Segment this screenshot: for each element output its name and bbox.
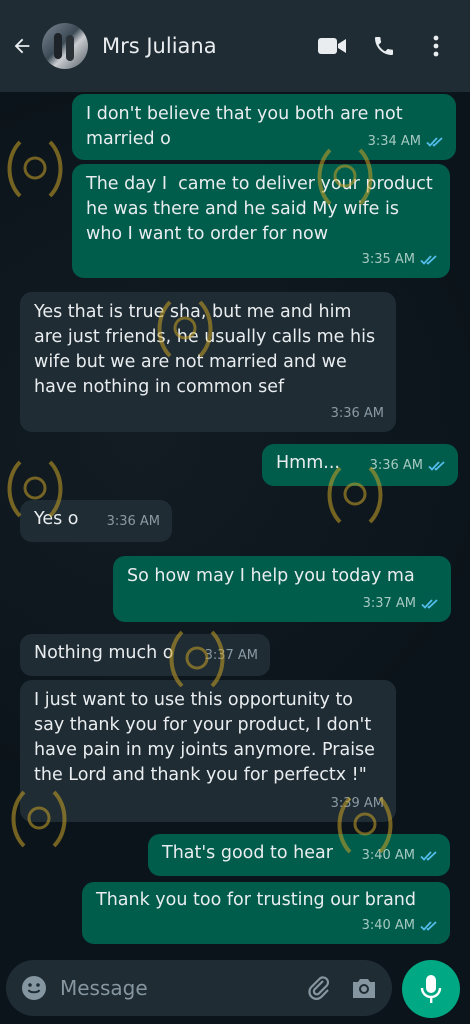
message-time: 3:37 AM: [362, 596, 416, 611]
message-bubble-out[interactable]: So how may I help you today ma 3:37 AM: [113, 556, 451, 622]
back-arrow-icon[interactable]: [8, 32, 36, 60]
emoji-icon[interactable]: [20, 974, 48, 1002]
watermark-logo: [317, 148, 373, 206]
chat-header: Mrs Juliana: [0, 0, 470, 92]
watermark-logo: [157, 300, 213, 358]
message-time: 3:35 AM: [361, 252, 415, 267]
message-composer: Message: [0, 952, 470, 1024]
message-meta: 3:36 AM: [107, 509, 160, 534]
message-text: The day I came to deliver your product h…: [86, 174, 439, 244]
message-text: Thank you too for trusting our brand: [96, 890, 417, 910]
read-receipt-icon: [426, 136, 443, 147]
message-meta: 3:35 AM: [362, 247, 438, 272]
message-list[interactable]: I don't believe that you both are not ma…: [0, 92, 470, 952]
read-receipt-icon: [420, 920, 437, 931]
read-receipt-icon: [428, 460, 445, 471]
watermark-logo: [337, 796, 393, 854]
watermark-logo: [7, 140, 63, 198]
watermark-logo: [11, 790, 67, 848]
message-bubble-out[interactable]: That's good to hear 3:40 AM: [148, 834, 450, 876]
message-bubble-in[interactable]: Nothing much o 3:37 AM: [20, 634, 270, 676]
mic-button[interactable]: [402, 960, 460, 1018]
watermark-logo: [327, 466, 383, 524]
message-meta: 3:40 AM: [362, 913, 438, 938]
watermark-logo: [7, 460, 63, 518]
message-time: 3:36 AM: [330, 406, 384, 421]
read-receipt-icon: [420, 254, 437, 265]
message-time: 3:36 AM: [106, 514, 160, 529]
message-bubble-out[interactable]: I don't believe that you both are not ma…: [72, 94, 456, 160]
message-meta: 3:37 AM: [363, 591, 439, 616]
read-receipt-icon: [420, 850, 437, 861]
voice-call-icon[interactable]: [362, 24, 406, 68]
mic-icon: [420, 975, 442, 1003]
contact-avatar[interactable]: [42, 23, 88, 69]
message-text: So how may I help you today ma: [127, 566, 415, 586]
watermark-logo: [169, 630, 225, 688]
contact-name[interactable]: Mrs Juliana: [102, 34, 302, 58]
read-receipt-icon: [421, 598, 438, 609]
message-bubble-out[interactable]: The day I came to deliver your product h…: [72, 164, 450, 278]
video-call-icon[interactable]: [310, 24, 354, 68]
message-bubble-out[interactable]: Thank you too for trusting our brand 3:4…: [82, 882, 450, 944]
message-meta: 3:36 AM: [331, 401, 384, 426]
message-time: 3:40 AM: [361, 918, 415, 933]
message-input-placeholder: Message: [60, 976, 148, 1000]
message-input[interactable]: Message: [6, 960, 392, 1016]
camera-icon[interactable]: [350, 976, 378, 1000]
attach-icon[interactable]: [306, 974, 332, 1002]
more-vert-icon[interactable]: [414, 24, 458, 68]
